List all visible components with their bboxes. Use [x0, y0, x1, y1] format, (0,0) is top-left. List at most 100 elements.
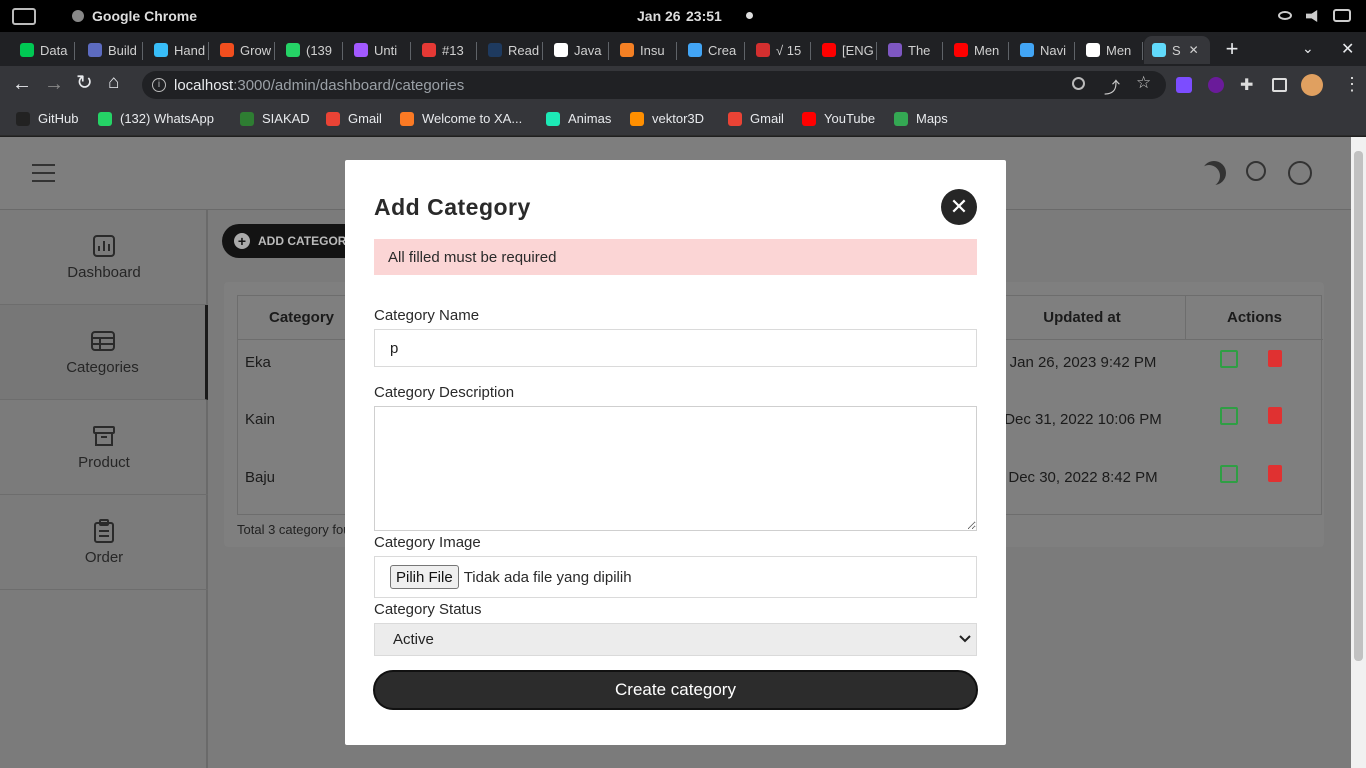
bookmark-favicon-icon [98, 111, 112, 126]
create-category-button[interactable]: Create category [373, 670, 978, 710]
tab-favicon-icon [822, 43, 836, 57]
tab[interactable]: Men [946, 36, 1006, 64]
tab-favicon-icon [88, 43, 102, 57]
tab-title: #13 [442, 42, 464, 58]
bookmark-favicon-icon [894, 111, 908, 126]
sidepanel-icon[interactable] [1272, 78, 1287, 92]
tab[interactable]: S ✕ [1144, 36, 1210, 64]
bookmark-item[interactable]: (132) WhatsApp [98, 111, 214, 126]
system-bar: Google Chrome Jan 26 23:51 [0, 0, 1366, 32]
bookmark-item[interactable]: Gmail [326, 111, 382, 126]
profile-avatar[interactable] [1301, 74, 1323, 96]
choose-file-button[interactable]: Pilih File [390, 565, 459, 589]
tab-favicon-icon [20, 43, 34, 57]
close-icon[interactable]: ✕ [941, 189, 977, 225]
page-scrollbar[interactable] [1351, 137, 1366, 768]
tab-title: Read [508, 42, 540, 58]
tab-title: [ENG [842, 42, 874, 58]
window-close-icon[interactable]: ✕ [1341, 39, 1354, 59]
eye-icon[interactable] [1278, 11, 1292, 20]
category-name-input[interactable] [374, 329, 977, 367]
tab-favicon-icon [354, 43, 368, 57]
tab[interactable]: Crea [680, 36, 742, 64]
tab-favicon-icon [286, 43, 300, 57]
tab[interactable]: Hand [146, 36, 206, 64]
tab[interactable]: (139 [278, 36, 340, 64]
tab[interactable]: Data [12, 36, 72, 64]
bookmark-item[interactable]: Welcome to XA... [400, 111, 522, 126]
tab-favicon-icon [488, 43, 502, 57]
bookmark-item[interactable]: GitHub [16, 111, 78, 126]
site-info-icon[interactable]: i [152, 78, 166, 92]
bookmark-label: Gmail [348, 111, 382, 126]
category-image-file-input[interactable]: Pilih File Tidak ada file yang dipilih [374, 556, 977, 598]
address-bar[interactable]: i localhost:3000/admin/dashboard/categor… [142, 71, 1166, 99]
bookmark-star-icon[interactable]: ☆ [1136, 73, 1151, 93]
scrollbar-thumb[interactable] [1354, 151, 1363, 661]
tab-title: Grow [240, 42, 272, 58]
tab-title: Data [40, 42, 68, 58]
bookmarks-bar: GitHub (132) WhatsApp SIAKAD Gmail Welcome t… [0, 104, 1366, 136]
active-app-name[interactable]: Google Chrome [92, 8, 197, 24]
tab[interactable]: Java [546, 36, 606, 64]
bookmark-item[interactable]: SIAKAD [240, 111, 310, 126]
file-status-text: Tidak ada file yang dipilih [463, 568, 632, 586]
web-page: Dashboard Categories Product Order + ADD… [0, 137, 1351, 768]
bookmark-item[interactable]: Maps [894, 111, 948, 126]
share-icon[interactable]: ⤴ [1104, 74, 1120, 98]
tab[interactable]: #13 [414, 36, 474, 64]
url-path: :3000/admin/dashboard/categories [233, 76, 465, 94]
activities-icon[interactable] [12, 8, 36, 25]
tab-separator [1142, 42, 1143, 60]
extension-1-icon[interactable] [1176, 77, 1192, 93]
tab[interactable]: Build [80, 36, 140, 64]
tab[interactable]: The [880, 36, 940, 64]
tab-separator [676, 42, 677, 60]
tab[interactable]: [ENG [814, 36, 874, 64]
bookmark-label: (132) WhatsApp [120, 111, 214, 126]
download-extension-icon[interactable] [1208, 77, 1224, 93]
tab[interactable]: Unti [346, 36, 408, 64]
modal-backdrop[interactable]: Add Category ✕ All filled must be requir… [0, 137, 1351, 768]
home-icon[interactable]: ⌂ [108, 73, 119, 93]
forward-icon[interactable]: → [44, 74, 64, 94]
reload-icon[interactable]: ↻ [76, 73, 93, 93]
tab-separator [142, 42, 143, 60]
category-description-textarea[interactable] [374, 406, 977, 531]
tab-search-icon[interactable]: ⌄ [1302, 40, 1316, 56]
zoom-icon[interactable] [1072, 77, 1085, 90]
bookmark-label: Animas [568, 111, 612, 126]
bookmark-favicon-icon [630, 111, 644, 126]
new-tab-icon[interactable]: + [1222, 38, 1242, 60]
add-category-modal: Add Category ✕ All filled must be requir… [345, 160, 1006, 745]
bookmark-item[interactable]: Gmail [728, 111, 784, 126]
speaker-icon[interactable] [1306, 10, 1318, 22]
battery-icon[interactable] [1333, 9, 1351, 22]
tab-separator [810, 42, 811, 60]
tab-separator [476, 42, 477, 60]
back-icon[interactable]: ← [12, 74, 32, 94]
tab[interactable]: Insu [612, 36, 674, 64]
tab[interactable]: Read [480, 36, 540, 64]
menu-kebab-icon[interactable]: ⋮ [1343, 74, 1361, 95]
bookmark-favicon-icon [546, 111, 560, 126]
bookmark-favicon-icon [326, 111, 340, 126]
tab-title: Men [1106, 42, 1132, 58]
clock-date[interactable]: Jan 26 [637, 8, 681, 24]
bookmark-item[interactable]: vektor3D [630, 111, 704, 126]
category-status-select[interactable]: Active [374, 623, 977, 656]
bookmark-item[interactable]: Animas [546, 111, 611, 126]
tab[interactable]: Grow [212, 36, 272, 64]
tab-title: Navi [1040, 42, 1067, 58]
bookmark-item[interactable]: YouTube [802, 111, 875, 126]
puzzle-icon[interactable]: ✚ [1240, 75, 1253, 95]
clock-time[interactable]: 23:51 [686, 8, 722, 24]
tab-separator [410, 42, 411, 60]
category-name-label: Category Name [374, 307, 480, 324]
tab-separator [744, 42, 745, 60]
tab-separator [208, 42, 209, 60]
tab[interactable]: Navi [1012, 36, 1072, 64]
tab[interactable]: Men [1078, 36, 1140, 64]
tab-close-icon[interactable]: ✕ [1189, 43, 1199, 57]
tab[interactable]: √ 15 [748, 36, 808, 64]
